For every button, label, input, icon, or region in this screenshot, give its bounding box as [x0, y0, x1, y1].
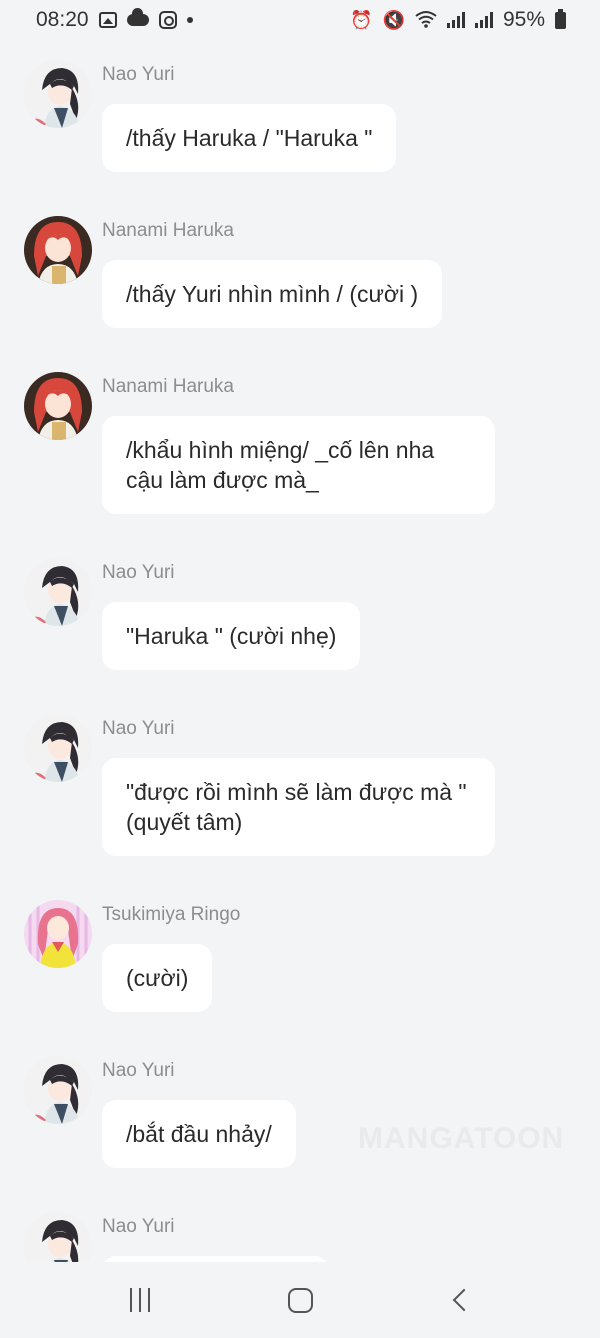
battery-level: 95% — [502, 8, 545, 31]
avatar[interactable] — [24, 558, 92, 626]
message-bubble[interactable]: "Haruka " (cười nhẹ) — [102, 602, 361, 670]
gallery-icon — [98, 12, 117, 28]
signal-icon — [446, 12, 465, 28]
avatar[interactable] — [24, 714, 92, 782]
instagram-icon — [158, 11, 177, 29]
home-icon — [287, 1287, 313, 1313]
message-bubble[interactable]: /khẩu hình miệng/ _cố lên nha cậu làm đư… — [102, 416, 495, 514]
avatar[interactable] — [24, 1056, 92, 1124]
cloud-icon — [126, 8, 149, 26]
status-right: ⏰ 🔇 95% — [350, 8, 566, 32]
sender-name: Nanami Haruka — [102, 376, 234, 397]
sender-name: Nao Yuri — [102, 718, 175, 739]
avatar[interactable] — [24, 1212, 92, 1262]
dot-icon — [186, 17, 193, 23]
watermark: MANGATOON — [358, 1122, 565, 1155]
message-bubble[interactable]: "được rồi mình sẽ làm được mà " (quyết t… — [102, 758, 495, 856]
message-bubble[interactable]: /thấy Haruka / "Haruka " — [102, 104, 397, 172]
avatar[interactable] — [24, 60, 92, 128]
navigation-bar — [0, 1262, 600, 1338]
wifi-icon — [415, 10, 437, 31]
sender-name: Nao Yuri — [102, 64, 175, 85]
message-bubble[interactable]: (cười) — [102, 944, 213, 1012]
signal-icon — [474, 12, 493, 28]
sender-name: Nao Yuri — [102, 1060, 175, 1081]
chat-list[interactable]: Nao Yuri/thấy Haruka / "Haruka " Nanami H… — [0, 40, 600, 1262]
sender-name: Nanami Haruka — [102, 220, 234, 241]
battery-icon — [555, 8, 566, 29]
status-left: 08:20 — [36, 8, 193, 32]
sender-name: Tsukimiya Ringo — [102, 904, 241, 925]
avatar[interactable] — [24, 372, 92, 440]
recents-icon — [130, 1288, 150, 1312]
message-bubble[interactable]: /bắt đầu nhảy/ — [102, 1100, 296, 1168]
mute-icon: 🔇 — [382, 10, 405, 30]
message-bubble[interactable]: /thấy Yuri nhìn mình / (cười ) — [102, 260, 443, 328]
recents-button[interactable] — [110, 1270, 170, 1330]
avatar[interactable] — [24, 216, 92, 284]
sender-name: Nao Yuri — [102, 562, 175, 583]
sender-name: Nao Yuri — [102, 1216, 175, 1237]
home-button[interactable] — [270, 1270, 330, 1330]
avatar[interactable] — [24, 900, 92, 968]
clock: 08:20 — [36, 8, 89, 31]
back-icon — [452, 1288, 476, 1312]
alarm-icon: ⏰ — [350, 10, 373, 30]
back-button[interactable] — [430, 1270, 490, 1330]
status-bar: 08:20 ⏰ 🔇 95% — [0, 0, 600, 40]
